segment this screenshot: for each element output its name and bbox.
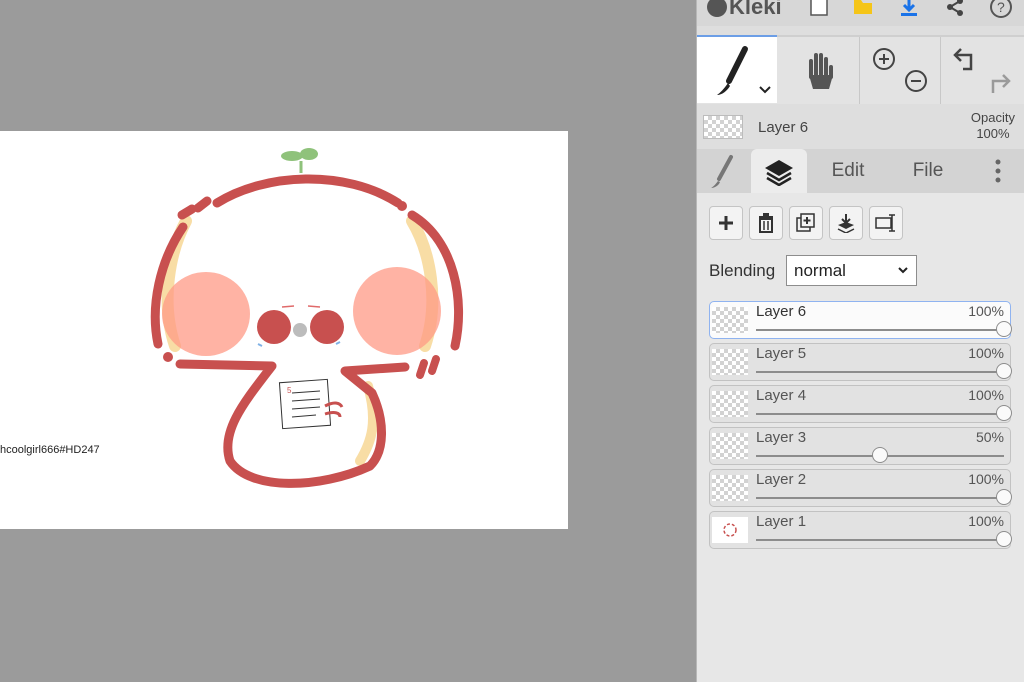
open-folder-icon[interactable] [849,0,877,20]
opacity-label: Opacity [970,110,1015,125]
brush-icon [717,46,771,95]
layers-icon [765,160,793,186]
tab-edit[interactable]: Edit [815,149,881,193]
add-layer-button[interactable] [709,206,743,240]
layer-opacity: 100% [968,345,1004,361]
undo-redo-buttons [941,37,1024,105]
new-file-icon[interactable] [805,0,833,20]
brush-tab-icon [711,155,733,188]
tab-brush[interactable] [697,149,747,193]
zoom-buttons [860,37,941,105]
layer-row[interactable]: Layer 5 100% [709,343,1012,381]
hand-icon [809,53,833,89]
layer-opacity: 100% [968,303,1004,319]
layer-opacity-slider[interactable] [756,531,1012,547]
layer-opacity-slider[interactable] [756,447,1004,463]
tab-file[interactable]: File [893,149,963,193]
svg-text:?: ? [997,0,1005,15]
chevron-down-icon [898,267,908,274]
slider-knob[interactable] [996,363,1012,379]
slider-knob[interactable] [996,321,1012,337]
layer-opacity-slider[interactable] [756,489,1012,505]
layer-opacity: 100% [968,513,1004,529]
help-icon[interactable]: ? [987,0,1015,20]
layer-name: Layer 1 [756,513,807,530]
zoom-in-icon[interactable] [873,48,895,70]
blending-label: Blending [709,261,776,280]
layer-row[interactable]: Layer 1 100% [709,511,1012,549]
layer-row[interactable]: Layer 6 100% [709,301,1012,339]
drawing-canvas[interactable]: 5 [0,131,568,529]
layer-opacity: 100% [968,387,1004,403]
layer-thumbnail [712,391,748,417]
layer-thumbnail [712,433,748,459]
slider-knob[interactable] [996,489,1012,505]
rename-layer-button[interactable] [869,206,903,240]
layer-name: Layer 2 [756,471,807,488]
canvas-workspace[interactable]: 5 hcoolgirl666#HD247 [0,0,696,682]
layer-row[interactable]: Layer 2 100% [709,469,1012,507]
layer-name: Layer 5 [756,345,807,362]
layer-opacity: 50% [975,429,1004,445]
hand-tool-button[interactable] [777,37,860,105]
brush-tool-button[interactable] [697,35,777,103]
layer-thumbnail [712,307,748,333]
share-icon[interactable] [941,0,969,20]
layer-opacity-slider[interactable] [756,363,1012,379]
opacity-readout: Opacity 100% [971,110,1015,142]
layer-name: Layer 3 [756,429,807,446]
layer-thumbnail [712,475,748,501]
layer-opacity-slider[interactable] [756,321,1012,337]
layer-opacity-slider[interactable] [756,405,1012,421]
blending-value: normal [794,260,846,280]
download-icon[interactable] [895,0,923,20]
layer-thumbnail [712,349,748,375]
zoom-out-icon[interactable] [905,70,927,92]
tab-layers[interactable] [751,149,807,193]
svg-text:5: 5 [287,386,292,395]
current-layer-info: Layer 6 Opacity 100% [697,104,1024,148]
duplicate-icon [796,213,815,232]
current-layer-thumbnail [703,115,743,139]
tool-row [697,35,1024,105]
signature-text: hcoolgirl666#HD247 [0,444,100,456]
slider-knob[interactable] [996,531,1012,547]
layer-name: Layer 4 [756,387,807,404]
layer-opacity: 100% [968,471,1004,487]
duplicate-layer-button[interactable] [789,206,823,240]
slider-knob[interactable] [872,447,888,463]
mushroom-drawing: 5 [150,148,464,488]
app-logo: Kleki [707,0,782,20]
layer-row[interactable]: Layer 4 100% [709,385,1012,423]
plus-icon [719,216,733,230]
rename-icon [875,214,895,232]
delete-layer-button[interactable] [749,206,783,240]
layer-name: Layer 6 [756,303,807,320]
layers-panel: Blending normal Layer 6 100% Layer 5 100… [697,193,1024,682]
layer-row[interactable]: Layer 3 50% [709,427,1011,465]
more-menu-icon[interactable] [983,149,1013,193]
merge-down-button[interactable] [829,206,863,240]
blending-select[interactable]: normal [786,255,917,286]
current-layer-name: Layer 6 [758,119,809,136]
slider-knob[interactable] [996,405,1012,421]
panel-tabs: Edit File [697,149,1024,193]
top-toolbar: Kleki ? [697,0,1024,26]
logo-icon [707,0,727,17]
app-name: Kleki [729,0,782,19]
undo-icon[interactable] [953,48,973,71]
trash-icon [759,213,773,233]
layer-thumbnail [712,517,748,543]
right-panel: Kleki ? Layer 6 Opacity 100% Edit File B… [696,0,1024,682]
layer-button-row [709,206,903,240]
merge-down-icon [837,214,855,233]
opacity-value: 100% [976,126,1010,141]
redo-icon[interactable] [991,74,1011,93]
